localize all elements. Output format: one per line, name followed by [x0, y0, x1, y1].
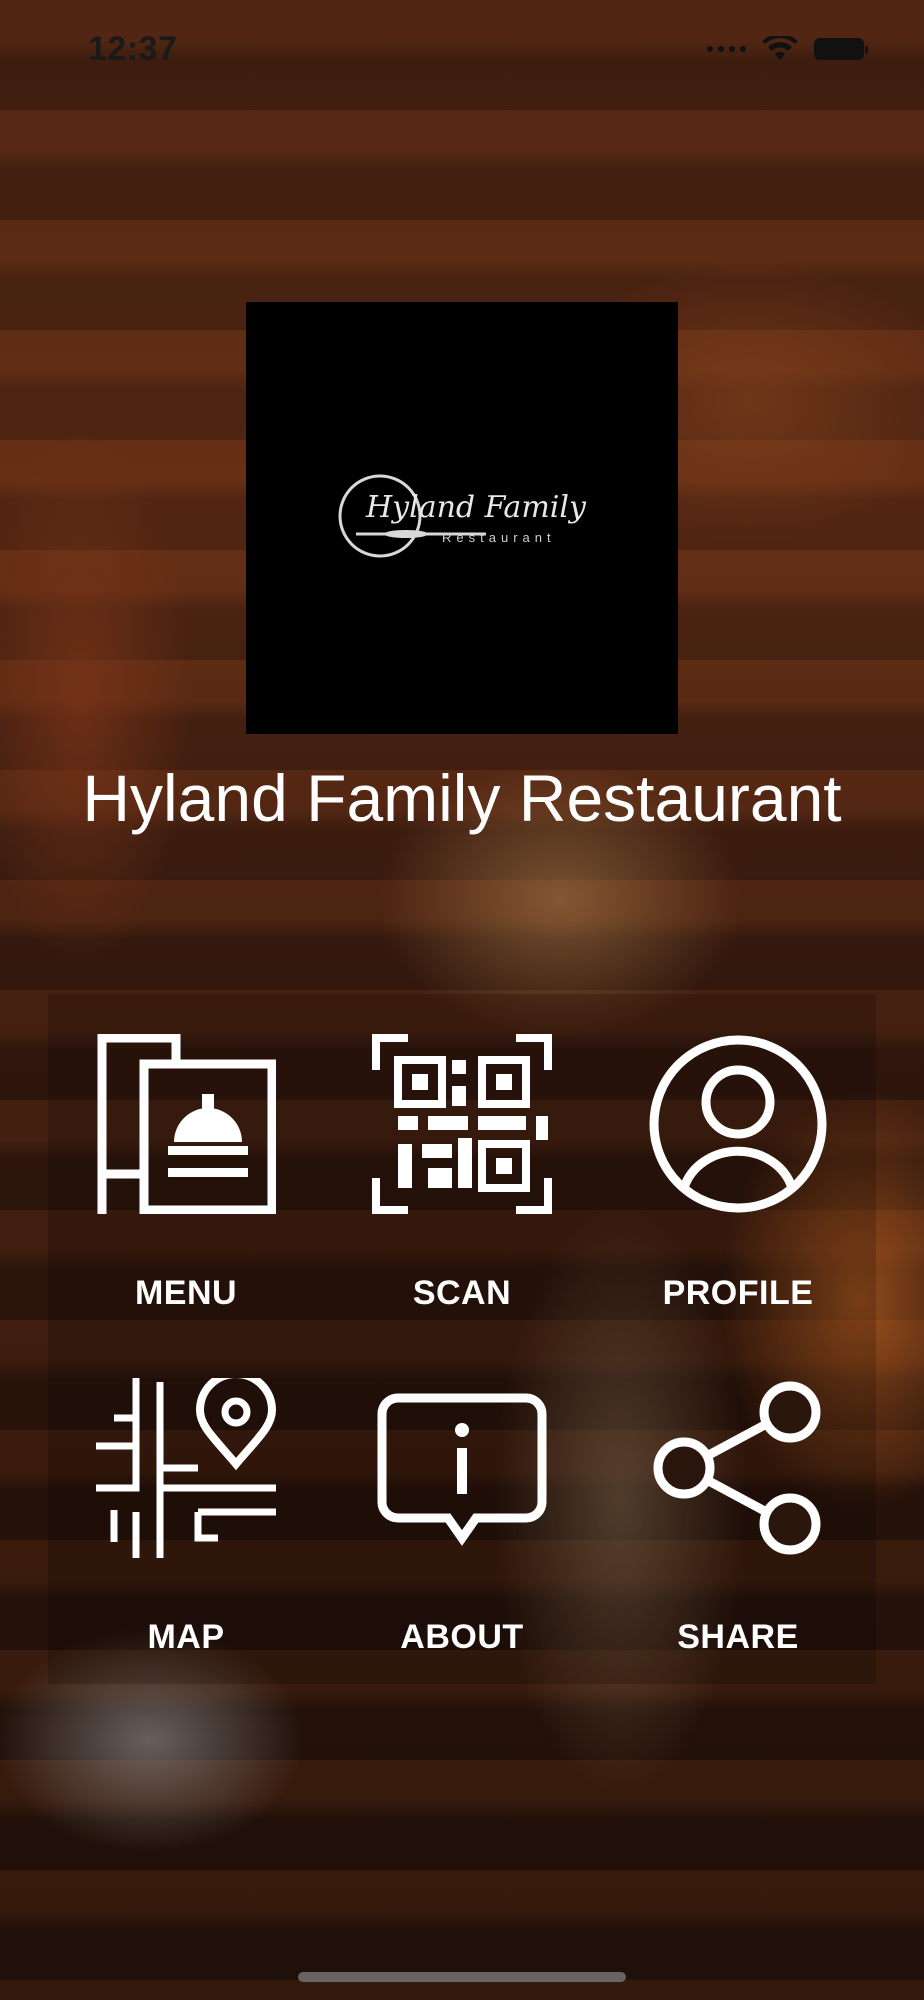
cellular-signal-icon: [707, 46, 746, 52]
map-pin-icon: [96, 1378, 276, 1558]
profile-button[interactable]: PROFILE: [600, 994, 876, 1314]
logo-subtitle: Restaurant: [442, 530, 556, 545]
info-bubble-icon: [377, 1393, 547, 1546]
menu-cloche-icon: [97, 1034, 276, 1214]
share-icon: [653, 1381, 821, 1555]
navigation-grid: MENU SCAN PROFILE MAP ABOUT SHARE: [48, 994, 876, 1684]
menu-button[interactable]: MENU: [48, 994, 324, 1314]
logo-title: Hyland Family: [366, 490, 586, 525]
menu-label: MENU: [134, 1274, 238, 1312]
scan-label: SCAN: [412, 1274, 512, 1312]
status-bar: 12:37: [0, 0, 924, 100]
qr-code-icon: [372, 1034, 552, 1214]
map-label: MAP: [147, 1618, 225, 1656]
share-button[interactable]: SHARE: [600, 1338, 876, 1658]
restaurant-logo: Hyland Family Restaurant: [246, 302, 678, 734]
restaurant-name: Hyland Family Restaurant: [82, 761, 842, 835]
home-indicator[interactable]: [298, 1972, 626, 1982]
user-profile-icon: [649, 1035, 827, 1213]
status-time: 12:37: [88, 30, 178, 68]
home-screen: 12:37 Hyland Family Restaurant Hyland Fa…: [0, 0, 924, 2000]
share-label: SHARE: [677, 1618, 799, 1656]
map-button[interactable]: MAP: [48, 1338, 324, 1658]
status-icons: [707, 36, 868, 62]
about-button[interactable]: ABOUT: [324, 1338, 600, 1658]
battery-icon: [814, 38, 868, 60]
wifi-icon: [762, 36, 798, 60]
profile-label: PROFILE: [662, 1274, 814, 1312]
about-label: ABOUT: [400, 1618, 524, 1656]
scan-button[interactable]: SCAN: [324, 994, 600, 1314]
